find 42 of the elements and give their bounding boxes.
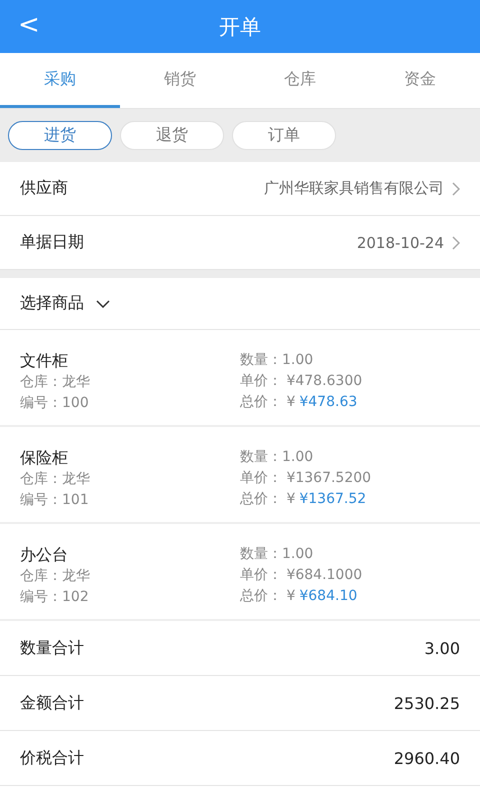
item-name: 保险柜 [20, 447, 69, 469]
field-value: 广州华联家具销售有限公司 [264, 179, 444, 198]
field-value: 2018-10-24 [356, 234, 444, 252]
item-name: 办公台 [20, 544, 69, 566]
field-label: 供应商 [20, 178, 68, 199]
total-value: 3.00 [424, 638, 460, 658]
unit-price-text: 单价： ¥478.6300 [240, 372, 364, 391]
filter-pill[interactable]: 订单 [232, 121, 336, 150]
total-value: 2960.40 [394, 748, 460, 768]
total-price: ¥1367.52 [299, 490, 366, 509]
picker-label: 选择商品 [20, 293, 84, 314]
total-label: 总价： ¥ [240, 587, 296, 606]
code-text: 编号：101 [20, 491, 90, 510]
filter-pill[interactable]: 进货 [8, 121, 112, 150]
total-value: 2530.25 [394, 694, 460, 712]
back-button[interactable]: < [12, 8, 46, 42]
code-text: 编号：100 [20, 394, 90, 413]
filter-pill[interactable]: 退货 [120, 121, 224, 150]
page-title: 开单 [219, 14, 261, 40]
total-label: 金额合计 [20, 692, 84, 714]
total-label: 总价： ¥ [240, 393, 296, 412]
chevron-right-icon [452, 236, 460, 250]
code-text: 编号：102 [20, 588, 90, 607]
total-price: ¥684.10 [299, 587, 358, 606]
quantity-text: 数量：1.00 [240, 545, 314, 564]
warehouse-text: 仓库：龙华 [20, 373, 91, 392]
unit-price-text: 单价： ¥684.1000 [240, 566, 364, 585]
quantity-text: 数量：1.00 [240, 351, 314, 370]
total-label: 总价： ¥ [240, 490, 296, 509]
field-label: 单据日期 [20, 232, 84, 253]
goods-picker[interactable]: 选择商品 [0, 278, 480, 330]
total-price: ¥478.63 [299, 393, 358, 412]
quantity-text: 数量：1.00 [240, 448, 314, 467]
total-label: 数量合计 [20, 638, 84, 658]
chevron-right-icon [452, 182, 460, 196]
form-row[interactable]: 供应商 广州华联家具销售有限公司 [0, 162, 480, 216]
unit-price-text: 单价： ¥1367.5200 [240, 469, 372, 488]
warehouse-text: 仓库：龙华 [20, 567, 91, 586]
chevron-down-icon [96, 300, 110, 308]
item-name: 文件柜 [20, 350, 69, 372]
warehouse-text: 仓库：龙华 [20, 470, 91, 489]
total-label: 价税合计 [20, 748, 84, 768]
